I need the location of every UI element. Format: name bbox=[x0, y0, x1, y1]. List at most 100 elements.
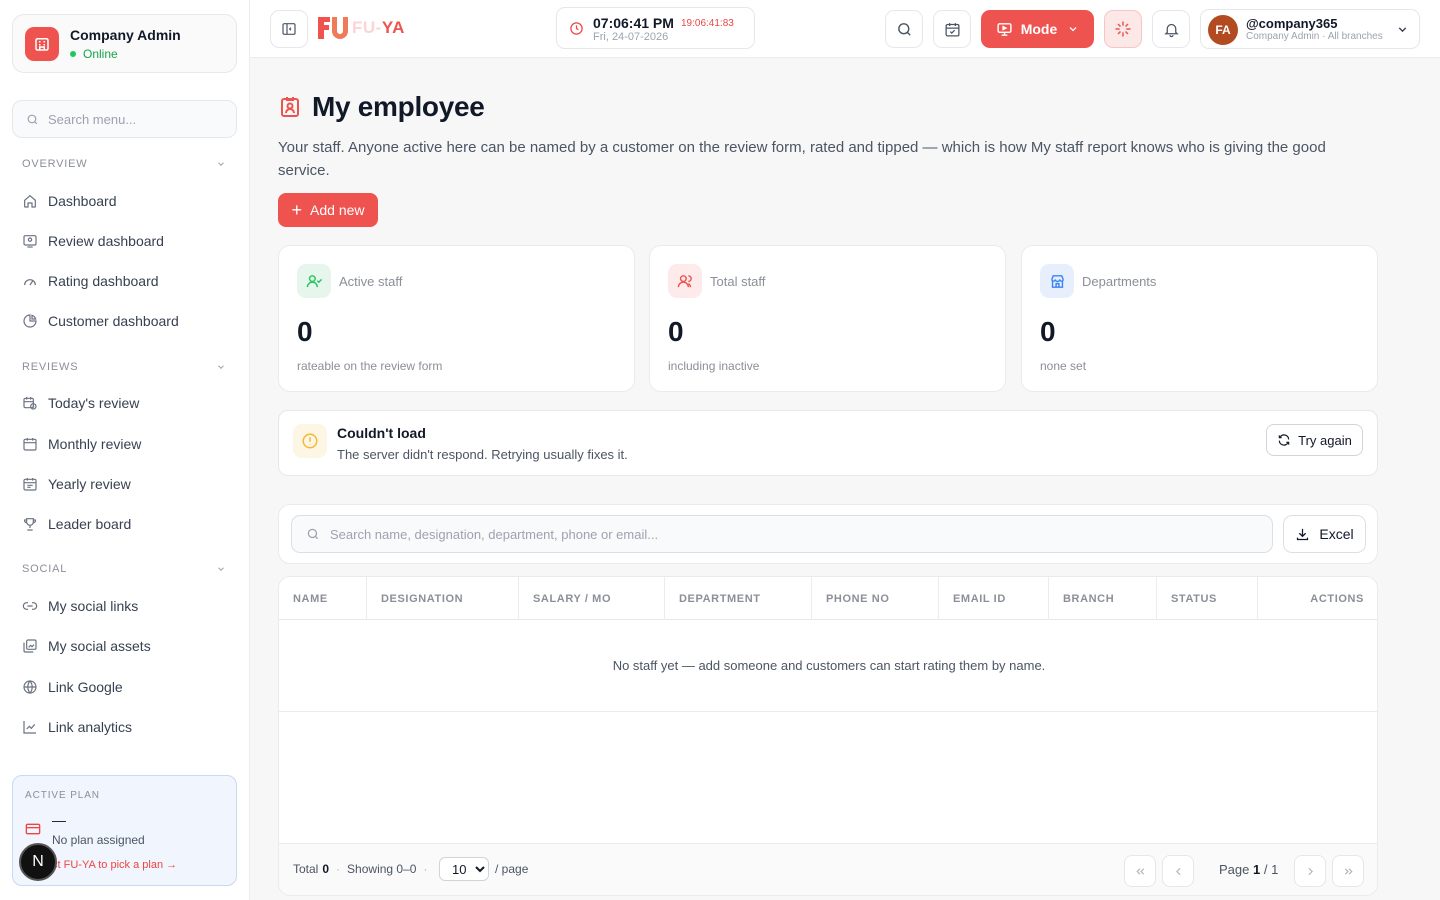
section-social[interactable]: SOCIAL bbox=[22, 563, 226, 575]
column-header-actions: ACTIONS bbox=[1310, 592, 1364, 605]
nav-todays-review[interactable]: Today's review bbox=[22, 391, 232, 415]
column-header-name[interactable]: NAME bbox=[279, 577, 367, 620]
first-page-button[interactable] bbox=[1124, 855, 1156, 887]
floating-n-badge[interactable]: N bbox=[19, 843, 57, 881]
nav-link-analytics[interactable]: Link analytics bbox=[22, 715, 232, 739]
export-excel-button[interactable]: Excel bbox=[1283, 515, 1366, 553]
sidebar-search[interactable] bbox=[12, 100, 237, 138]
menu-search-input[interactable] bbox=[48, 111, 218, 127]
next-page-button[interactable] bbox=[1294, 855, 1326, 887]
table-summary: Total 0 · Showing 0–0 · bbox=[293, 862, 428, 876]
section-overview[interactable]: OVERVIEW bbox=[22, 158, 226, 170]
prev-page-button[interactable] bbox=[1162, 855, 1194, 887]
review-icon bbox=[23, 235, 37, 248]
chevrons-left-icon bbox=[1135, 867, 1144, 875]
clock-time: 07:06:41 PM bbox=[593, 15, 674, 31]
search-button[interactable] bbox=[885, 10, 923, 48]
nav-yearly-review[interactable]: Yearly review bbox=[22, 472, 232, 496]
sidebar: Company Admin Online OVERVIEW Dashboard … bbox=[0, 0, 250, 900]
topbar: FU-YA 07:06:41 PM 19:06:41:83 Fri, 24-07… bbox=[250, 0, 1440, 58]
chevron-down-icon bbox=[1398, 27, 1407, 33]
ai-sparkle-button[interactable] bbox=[1104, 10, 1142, 48]
nav-dashboard[interactable]: Dashboard bbox=[22, 189, 232, 213]
table-toolbar: Excel bbox=[278, 504, 1378, 564]
chevron-down-icon bbox=[218, 567, 224, 571]
column-header-branch[interactable]: BRANCH bbox=[1049, 577, 1157, 620]
stat-value: 0 bbox=[297, 316, 313, 347]
chevron-down-icon bbox=[1069, 27, 1077, 32]
sparkle-icon bbox=[1115, 21, 1131, 37]
load-error-alert: Couldn't load The server didn't respond.… bbox=[278, 410, 1378, 476]
search-icon bbox=[897, 22, 911, 36]
nav-rating-dashboard[interactable]: Rating dashboard bbox=[22, 269, 232, 293]
try-again-button[interactable]: Try again bbox=[1266, 424, 1363, 456]
column-header-department[interactable]: DEPARTMENT bbox=[665, 577, 812, 620]
calendar-button[interactable] bbox=[933, 10, 971, 48]
user-handle: @company365 bbox=[1246, 16, 1338, 31]
stat-label: Total staff bbox=[710, 274, 766, 289]
column-header-phone[interactable]: PHONE NO bbox=[812, 577, 939, 620]
plan-status: No plan assigned bbox=[52, 833, 145, 847]
images-icon bbox=[23, 639, 37, 653]
calendar-check-icon bbox=[944, 22, 960, 37]
warning-icon bbox=[293, 424, 327, 458]
per-page-select[interactable]: 10 25 50 bbox=[439, 857, 489, 881]
nav-my-social-assets[interactable]: My social assets bbox=[22, 634, 232, 658]
error-title: Couldn't load bbox=[337, 425, 426, 441]
stat-subtext: rateable on the review form bbox=[297, 359, 443, 373]
brand-logo[interactable]: FU-YA bbox=[316, 14, 405, 42]
column-header-salary[interactable]: SALARY / MO bbox=[519, 577, 665, 620]
search-icon bbox=[307, 528, 319, 540]
company-status: Online bbox=[70, 47, 181, 61]
column-header-status[interactable]: STATUS bbox=[1157, 577, 1258, 620]
stat-label: Active staff bbox=[339, 274, 403, 289]
employee-search-input[interactable] bbox=[330, 526, 1230, 542]
nav-customer-dashboard[interactable]: Customer dashboard bbox=[22, 309, 232, 333]
nav-review-dashboard[interactable]: Review dashboard bbox=[22, 229, 232, 253]
chevron-left-icon bbox=[1175, 867, 1181, 875]
stat-card-total-staff: Total staff 0 including inactive bbox=[649, 245, 1006, 392]
user-menu[interactable]: FA @company365 Company Admin · All branc… bbox=[1200, 9, 1420, 49]
last-page-button[interactable] bbox=[1332, 855, 1364, 887]
stat-subtext: including inactive bbox=[668, 359, 760, 373]
clock-precise-time: 19:06:41:83 bbox=[681, 18, 734, 29]
per-page-label: / page bbox=[495, 862, 529, 876]
mode-dropdown-button[interactable]: Mode bbox=[981, 10, 1094, 48]
notifications-button[interactable] bbox=[1152, 10, 1190, 48]
nav-leader-board[interactable]: Leader board bbox=[22, 512, 232, 536]
clock-icon bbox=[570, 22, 583, 35]
stat-card-active-staff: Active staff 0 rateable on the review fo… bbox=[278, 245, 635, 392]
online-dot-icon bbox=[70, 50, 76, 57]
company-switcher[interactable]: Company Admin Online bbox=[12, 14, 237, 73]
collapse-sidebar-button[interactable] bbox=[270, 10, 308, 48]
trophy-icon bbox=[23, 518, 37, 531]
clock-date: Fri, 24-07-2026 bbox=[593, 31, 669, 43]
nav-my-social-links[interactable]: My social links bbox=[22, 594, 232, 618]
section-reviews[interactable]: REVIEWS bbox=[22, 361, 226, 373]
chevron-down-icon bbox=[218, 162, 224, 166]
search-icon bbox=[27, 114, 38, 124]
column-header-designation[interactable]: DESIGNATION bbox=[367, 577, 519, 620]
pie-chart-icon bbox=[23, 314, 37, 328]
plan-label: ACTIVE PLAN bbox=[25, 790, 100, 801]
calendar-clock-icon bbox=[23, 397, 37, 410]
calendar-icon bbox=[23, 438, 37, 451]
add-employee-button[interactable]: + Add new bbox=[278, 193, 378, 227]
page-title: My employee bbox=[278, 91, 485, 123]
page-description: Your staff. Anyone active here can be na… bbox=[278, 139, 1326, 179]
stat-value: 0 bbox=[1040, 316, 1056, 347]
gauge-icon bbox=[24, 279, 36, 286]
building-icon bbox=[25, 26, 59, 61]
users-icon bbox=[668, 264, 702, 298]
link-icon bbox=[22, 602, 38, 610]
column-header-email[interactable]: EMAIL ID bbox=[939, 577, 1049, 620]
contact-plan-link[interactable]: ct FU-YA to pick a plan → bbox=[52, 859, 177, 871]
nav-monthly-review[interactable]: Monthly review bbox=[22, 432, 232, 456]
home-icon bbox=[24, 194, 36, 208]
avatar: FA bbox=[1208, 15, 1238, 45]
employee-search[interactable] bbox=[291, 515, 1273, 553]
nav-link-google[interactable]: Link Google bbox=[22, 675, 232, 699]
calendar-icon bbox=[23, 478, 37, 491]
download-icon bbox=[1297, 528, 1309, 540]
globe-icon bbox=[23, 680, 37, 694]
